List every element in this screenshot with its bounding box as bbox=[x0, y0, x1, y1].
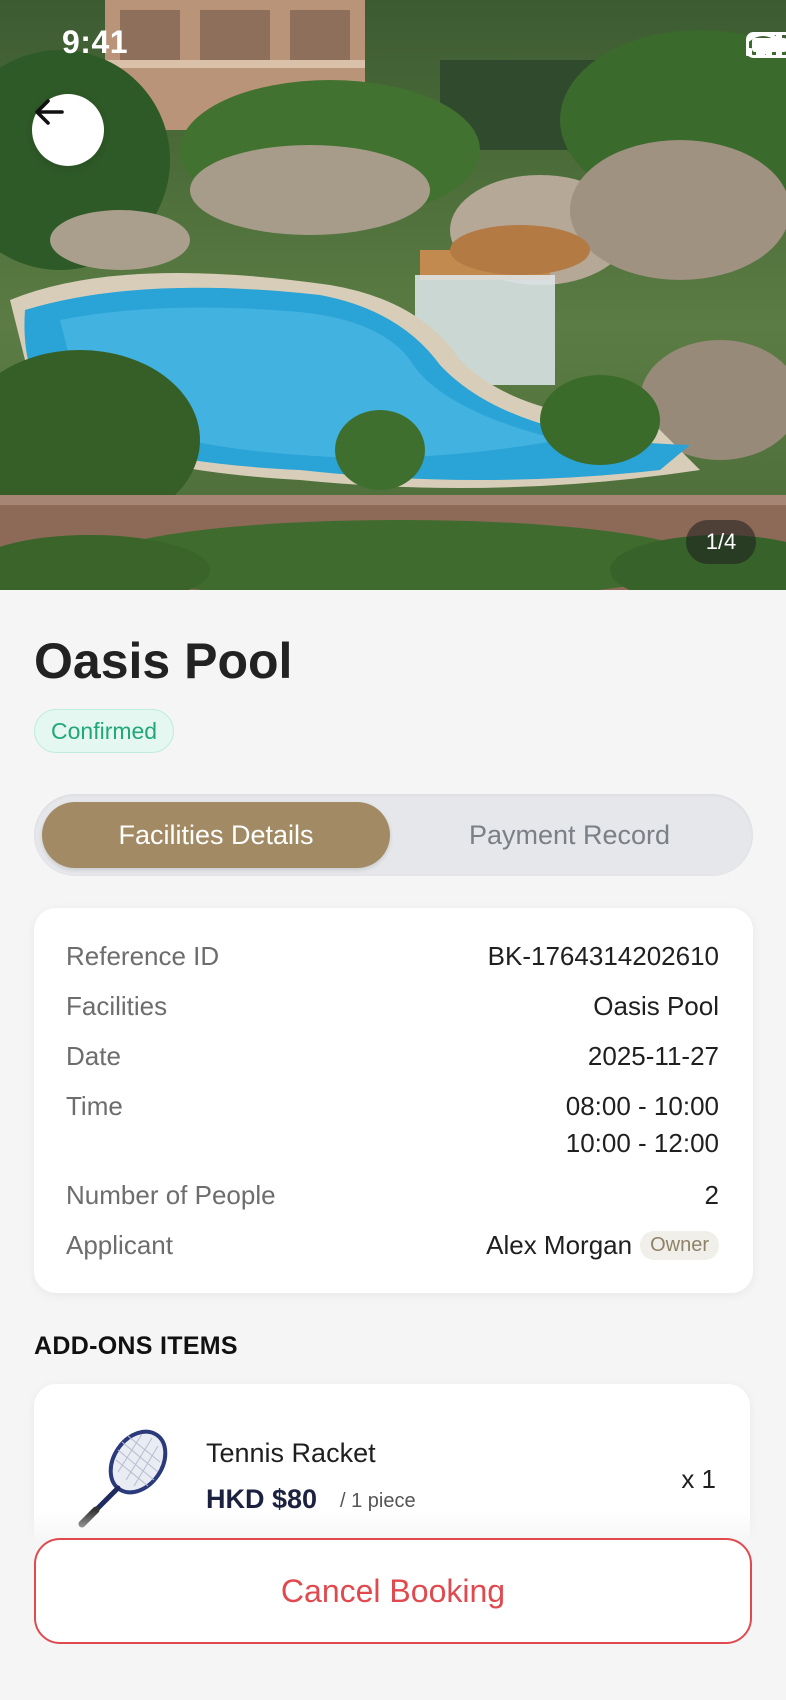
date-value: 2025-11-27 bbox=[587, 1041, 719, 1071]
applicant-value: Alex Morgan Owner bbox=[486, 1230, 719, 1261]
people-label: Number of People bbox=[66, 1180, 276, 1210]
cancel-booking-button[interactable]: Cancel Booking bbox=[34, 1538, 752, 1644]
time-slot: 10:00 - 12:00 bbox=[565, 1128, 719, 1158]
people-value: 2 bbox=[704, 1180, 719, 1210]
status-badge: Confirmed bbox=[34, 709, 175, 753]
addon-quantity: x 1 bbox=[681, 1464, 716, 1494]
image-pager: 1/4 bbox=[686, 520, 756, 564]
battery-icon bbox=[746, 32, 786, 58]
addon-name: Tennis Racket bbox=[206, 1438, 376, 1468]
time-label: Time bbox=[66, 1091, 123, 1121]
hero-image: 9:41 1/4 bbox=[0, 0, 786, 590]
pool-photo bbox=[0, 0, 786, 590]
time-slot: 08:00 - 10:00 bbox=[565, 1091, 719, 1121]
facilities-label: Facilities bbox=[66, 991, 168, 1021]
arrow-left-icon bbox=[35, 99, 64, 125]
applicant-name: Alex Morgan bbox=[486, 1230, 633, 1260]
reference-id-value: BK-1764314202610 bbox=[487, 941, 719, 971]
booking-details-card: Reference ID BK-1764314202610 Facilities… bbox=[34, 908, 753, 1293]
tab-facilities-details[interactable]: Facilities Details bbox=[42, 802, 390, 868]
tab-payment-record[interactable]: Payment Record bbox=[394, 802, 745, 868]
reference-id-label: Reference ID bbox=[66, 941, 220, 971]
back-button[interactable] bbox=[32, 94, 104, 166]
addons-section-title: ADD-ONS ITEMS bbox=[34, 1332, 238, 1360]
facilities-value: Oasis Pool bbox=[593, 991, 719, 1021]
owner-tag: Owner bbox=[640, 1231, 719, 1260]
segmented-tabs: Facilities Details Payment Record bbox=[34, 794, 753, 876]
facility-title: Oasis Pool bbox=[34, 633, 293, 689]
date-label: Date bbox=[66, 1041, 121, 1071]
applicant-label: Applicant bbox=[66, 1230, 173, 1260]
status-time: 9:41 bbox=[62, 24, 129, 60]
status-bar: 9:41 bbox=[0, 0, 786, 88]
